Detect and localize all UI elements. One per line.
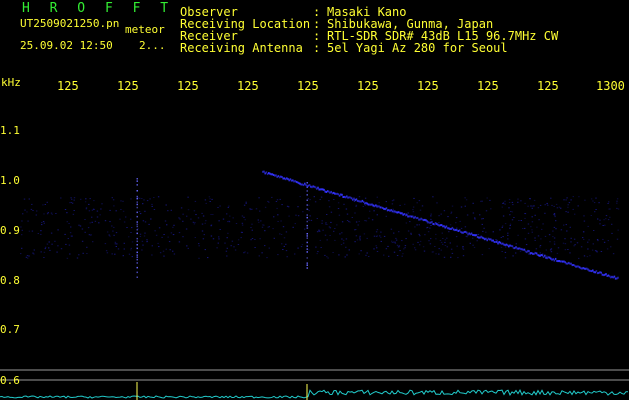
y-tick: 1.0 [0, 174, 20, 187]
spectrogram-plot [0, 170, 629, 400]
y-tick: 0.9 [0, 224, 20, 237]
x-tick: 125 [537, 79, 559, 93]
carrier-signal-trace [262, 170, 619, 280]
x-tick: 1300 [596, 79, 625, 93]
x-tick: 125 [237, 79, 259, 93]
x-tick: 125 [297, 79, 319, 93]
y-tick: 1.1 [0, 124, 20, 137]
x-tick: 125 [417, 79, 439, 93]
y-tick: 0.7 [0, 323, 20, 336]
x-tick: 125 [357, 79, 379, 93]
level-trace [0, 382, 629, 400]
x-tick: 125 [177, 79, 199, 93]
y-tick: 0.6 [0, 374, 20, 387]
x-axis-ticks: 125 125 125 125 125 125 125 125 125 1300 [0, 79, 629, 95]
x-tick: 125 [477, 79, 499, 93]
spectrogram-screen: { "header": { "app_title": "H R O F F T"… [0, 0, 629, 400]
y-tick: 0.8 [0, 274, 20, 287]
x-tick: 125 [57, 79, 79, 93]
noise-layer [20, 196, 620, 259]
x-tick: 125 [117, 79, 139, 93]
meteor-echo-spikes [136, 178, 308, 278]
